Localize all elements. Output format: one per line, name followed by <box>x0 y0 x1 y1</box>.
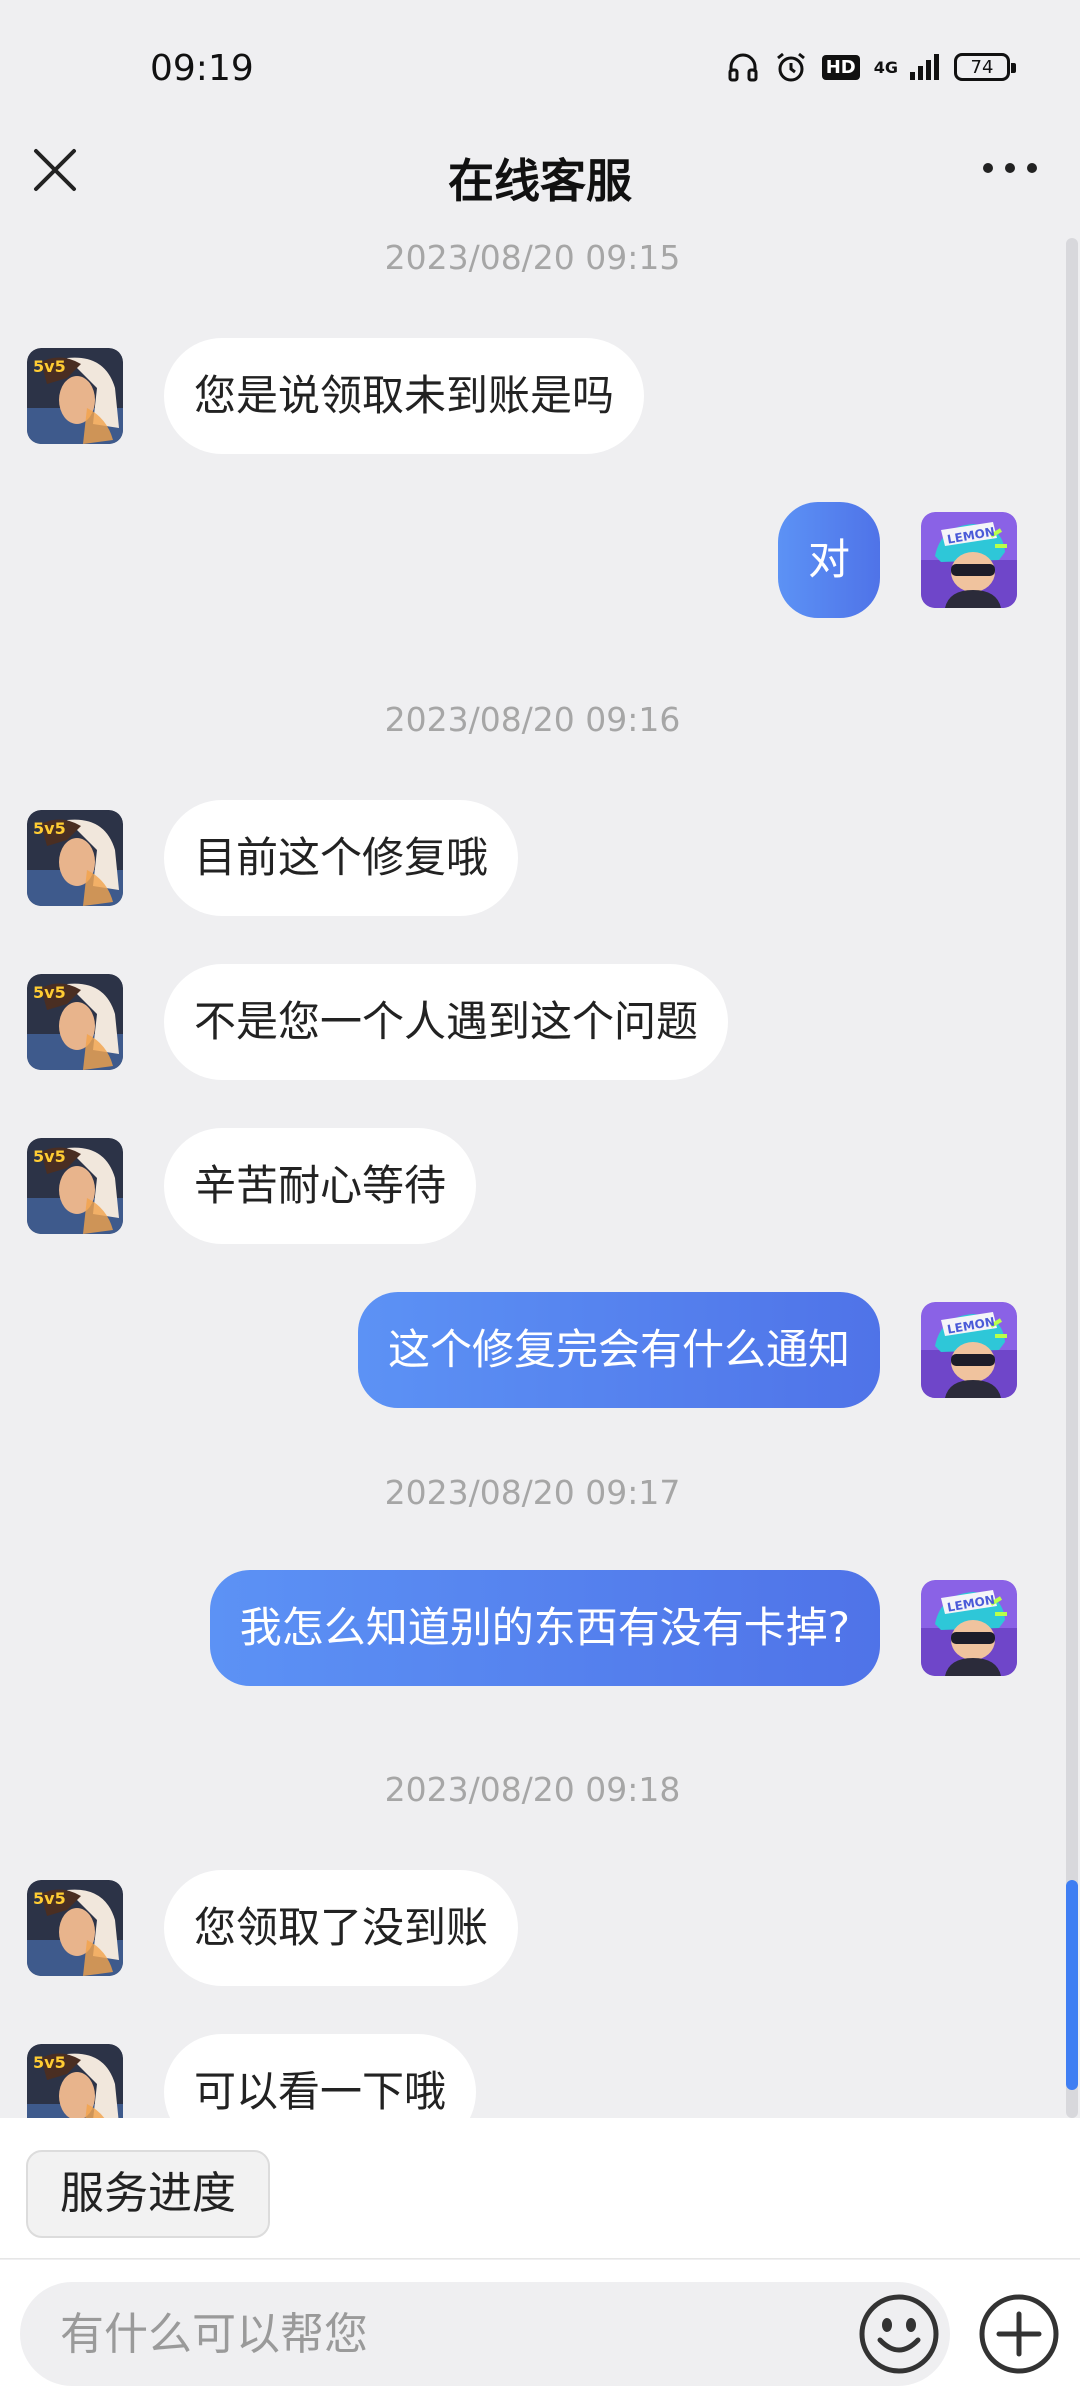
service-progress-button[interactable]: 服务进度 <box>26 2150 270 2238</box>
chat-history[interactable]: 2023/08/20 09:15 5v5 您是说领取未到账是吗 对 LEMON … <box>0 238 1080 2118</box>
svg-text:5v5: 5v5 <box>33 2053 66 2072</box>
agent-avatar[interactable]: 5v5 <box>27 974 123 1070</box>
agent-avatar[interactable]: 5v5 <box>27 1880 123 1976</box>
message-timestamp: 2023/08/20 09:16 <box>384 700 681 739</box>
signal-icon <box>910 54 939 80</box>
more-icon[interactable] <box>980 153 1040 183</box>
user-message-bubble[interactable]: 我怎么知道别的东西有没有卡掉? <box>209 1570 880 1686</box>
user-avatar[interactable]: LEMON <box>921 1580 1017 1676</box>
status-time: 09:19 <box>150 48 254 89</box>
user-message-bubble[interactable]: 对 <box>777 502 880 618</box>
message-row-agent: 5v5 辛苦耐心等待 <box>27 1128 477 1244</box>
svg-text:5v5: 5v5 <box>33 357 66 376</box>
quick-action-bar: 服务进度 <box>0 2118 1080 2259</box>
page-title: 在线客服 <box>448 154 632 208</box>
message-timestamp: 2023/08/20 09:17 <box>384 1473 681 1512</box>
emoji-icon[interactable] <box>855 2290 943 2378</box>
agent-message-bubble[interactable]: 辛苦耐心等待 <box>164 1128 477 1244</box>
status-icons: HD 4G 74 <box>726 50 1016 84</box>
message-row-user: 对 LEMON <box>777 502 1017 618</box>
alarm-icon <box>776 52 805 82</box>
message-row-agent: 5v5 不是您一个人遇到这个问题 <box>27 964 729 1080</box>
message-input[interactable] <box>20 2282 950 2386</box>
message-row-agent: 5v5 目前这个修复哦 <box>27 800 519 916</box>
headphones-icon <box>728 53 758 82</box>
message-row-agent: 5v5 可以看一下哦 <box>27 2034 477 2118</box>
user-avatar[interactable]: LEMON <box>921 512 1017 608</box>
svg-text:5v5: 5v5 <box>33 1889 66 1908</box>
add-icon[interactable] <box>975 2290 1063 2378</box>
svg-text:5v5: 5v5 <box>33 983 66 1002</box>
nav-bar: 在线客服 <box>0 100 1080 240</box>
message-row-user: 这个修复完会有什么通知 LEMON <box>357 1292 1017 1408</box>
user-avatar[interactable]: LEMON <box>921 1302 1017 1398</box>
message-row-agent: 5v5 您是说领取未到账是吗 <box>27 338 645 454</box>
svg-text:5v5: 5v5 <box>33 1147 66 1166</box>
agent-message-bubble[interactable]: 您领取了没到账 <box>164 1870 519 1986</box>
scrollbar-thumb[interactable] <box>1066 1880 1078 2090</box>
message-timestamp: 2023/08/20 09:15 <box>384 238 681 277</box>
hd-icon: HD <box>821 54 860 80</box>
agent-message-bubble[interactable]: 您是说领取未到账是吗 <box>164 338 645 454</box>
agent-message-bubble[interactable]: 目前这个修复哦 <box>164 800 519 916</box>
agent-message-bubble[interactable]: 不是您一个人遇到这个问题 <box>164 964 729 1080</box>
agent-avatar[interactable]: 5v5 <box>27 2044 123 2118</box>
agent-message-bubble[interactable]: 可以看一下哦 <box>164 2034 477 2118</box>
user-message-bubble[interactable]: 这个修复完会有什么通知 <box>357 1292 880 1408</box>
agent-avatar[interactable]: 5v5 <box>27 810 123 906</box>
message-row-user: 我怎么知道别的东西有没有卡掉? LEMON <box>209 1570 1017 1686</box>
message-timestamp: 2023/08/20 09:18 <box>384 1770 681 1809</box>
scrollbar-track[interactable] <box>1066 238 1078 2118</box>
agent-avatar[interactable]: 5v5 <box>27 1138 123 1234</box>
battery-level: 74 <box>970 56 994 78</box>
input-bar <box>0 2260 1080 2400</box>
agent-avatar[interactable]: 5v5 <box>27 348 123 444</box>
message-row-agent: 5v5 您领取了没到账 <box>27 1870 519 1986</box>
svg-text:5v5: 5v5 <box>33 819 66 838</box>
battery-icon: 74 <box>954 53 1016 81</box>
network-type: 4G <box>873 57 898 77</box>
